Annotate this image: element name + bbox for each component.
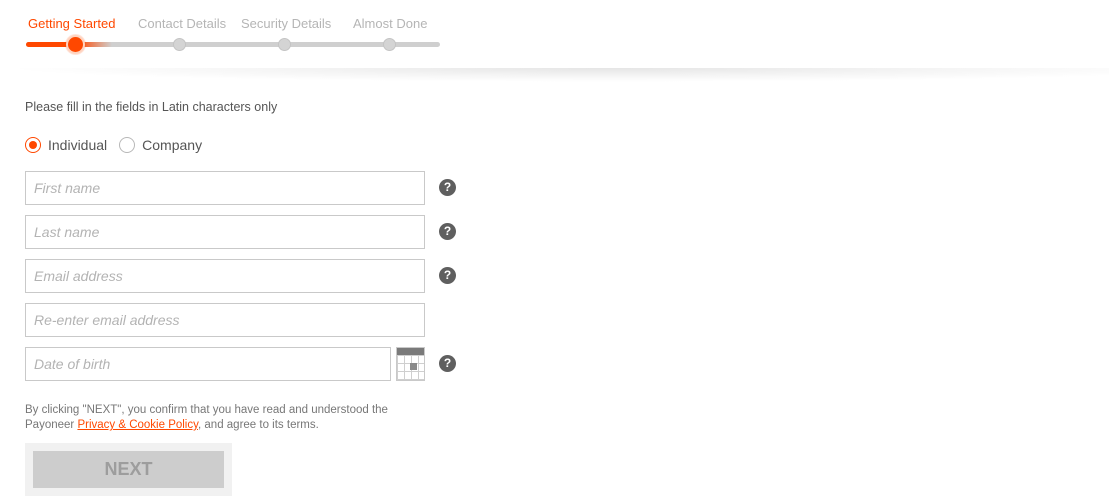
next-button[interactable]: NEXT xyxy=(33,451,224,488)
step-dot-getting-started xyxy=(66,35,85,54)
consent-text: By clicking "NEXT", you confirm that you… xyxy=(25,403,425,433)
first-name-input[interactable] xyxy=(25,171,425,205)
individual-radio-label[interactable]: Individual xyxy=(48,137,107,153)
step-dot-contact-details xyxy=(173,38,186,51)
individual-radio[interactable] xyxy=(25,137,41,153)
calendar-header xyxy=(397,348,424,355)
progress-header: Getting Started Contact Details Security… xyxy=(0,0,1109,72)
reenter-email-input[interactable] xyxy=(25,303,425,337)
email-help-icon[interactable]: ? xyxy=(439,267,456,284)
step-contact-details: Contact Details xyxy=(138,16,227,31)
last-name-input[interactable] xyxy=(25,215,425,249)
consent-suffix: , and agree to its terms. xyxy=(198,419,319,431)
calendar-icon[interactable] xyxy=(396,347,425,381)
header-shadow xyxy=(0,68,1109,82)
date-of-birth-input[interactable] xyxy=(25,347,391,381)
last-name-help-icon[interactable]: ? xyxy=(439,223,456,240)
date-of-birth-help-icon[interactable]: ? xyxy=(439,355,456,372)
company-radio-label[interactable]: Company xyxy=(142,137,202,153)
next-button-container: NEXT xyxy=(25,443,232,496)
step-dot-security-details xyxy=(278,38,291,51)
first-name-help-icon[interactable]: ? xyxy=(439,179,456,196)
step-security-details: Security Details xyxy=(241,16,332,31)
privacy-policy-link[interactable]: Privacy & Cookie Policy xyxy=(77,419,198,431)
calendar-selected-day xyxy=(410,363,417,370)
company-radio[interactable] xyxy=(119,137,136,153)
form-instructions: Please fill in the fields in Latin chara… xyxy=(25,100,278,114)
step-getting-started: Getting Started xyxy=(28,16,116,31)
step-almost-done: Almost Done xyxy=(353,16,428,31)
account-type-radio-group: Individual Company xyxy=(25,137,214,153)
step-dot-almost-done xyxy=(383,38,396,51)
email-input[interactable] xyxy=(25,259,425,293)
